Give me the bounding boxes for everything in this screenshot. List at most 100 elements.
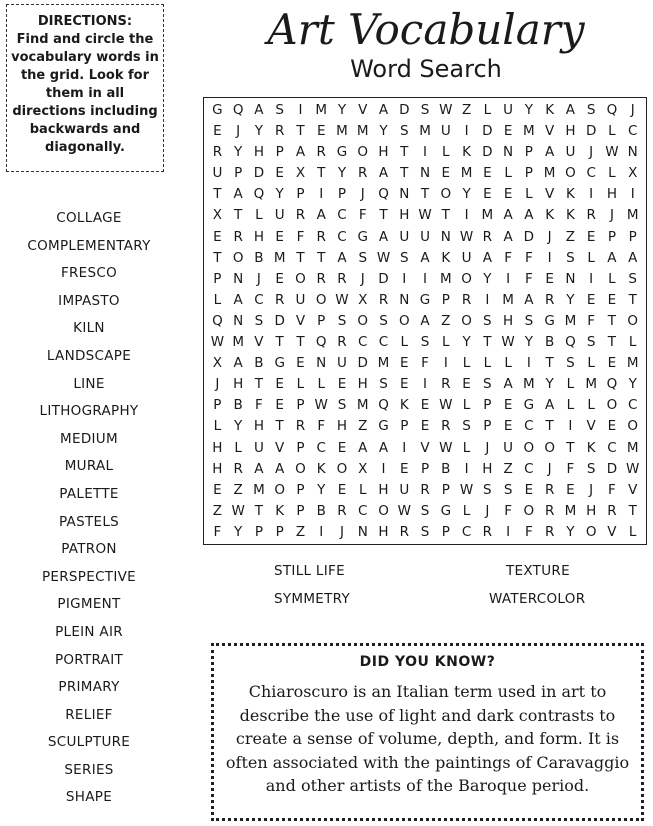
grid-letter: H — [606, 186, 617, 203]
word-list-item: MURAL — [64, 458, 114, 475]
grid-letter: N — [399, 186, 410, 203]
grid-letter: Q — [606, 102, 618, 118]
grid-letter: E — [213, 228, 222, 245]
grid-letter: F — [358, 207, 367, 224]
grid-letter: R — [337, 334, 347, 351]
grid-letter: P — [337, 186, 347, 203]
grid-row: WMVTTQRCCLSLYTWYBQSTL — [207, 332, 643, 353]
grid-letter: I — [526, 355, 531, 372]
grid-letter: T — [296, 123, 305, 140]
grid-letter: E — [462, 376, 471, 393]
grid-letter: C — [254, 291, 264, 308]
grid-row: ZWTKPBRCOWSGLJFORMHRT — [207, 501, 643, 522]
grid-letter: E — [503, 186, 513, 203]
grid-letter: P — [296, 502, 305, 519]
grid-letter: O — [523, 439, 535, 456]
grid-letter: M — [356, 397, 369, 414]
grid-letter: T — [607, 334, 617, 351]
grid-letter: J — [360, 186, 365, 203]
grid-letter: W — [376, 249, 391, 266]
grid-letter: J — [485, 439, 490, 456]
word-search-grid: GQASIMYVADSWZLUYKASQJEJYRTEMMYSMUIDEMVHD… — [203, 97, 647, 545]
grid-letter: M — [481, 207, 494, 224]
grid-letter: P — [441, 291, 450, 308]
grid-letter: I — [464, 460, 469, 477]
grid-letter: S — [462, 418, 471, 435]
grid-letter: D — [274, 312, 285, 329]
grid-letter: F — [524, 270, 533, 287]
grid-letter: T — [420, 186, 430, 203]
grid-letter: L — [442, 144, 450, 161]
grid-letter: P — [234, 165, 243, 182]
grid-letter: S — [586, 460, 596, 477]
grid-letter: E — [296, 355, 305, 372]
grid-letter: U — [274, 207, 285, 224]
grid-letter: P — [213, 270, 222, 287]
page-title: Art Vocabulary — [267, 5, 585, 54]
grid-letter: L — [525, 186, 533, 203]
grid-letter: F — [504, 249, 512, 266]
grid-letter: L — [462, 355, 471, 372]
grid-letter: R — [295, 207, 306, 224]
grid-letter: E — [607, 418, 617, 435]
grid-letter: Y — [566, 291, 575, 308]
word-list-item: SCULPTURE — [47, 734, 131, 751]
grid-letter: N — [233, 270, 244, 287]
grid-letter: X — [358, 460, 368, 477]
grid-letter: L — [566, 397, 575, 414]
grid-letter: R — [544, 481, 555, 498]
word-list-item: LITHOGRAPHY — [39, 403, 139, 420]
grid-letter: B — [316, 502, 326, 519]
grid-letter: L — [213, 291, 222, 308]
grid-letter: Y — [234, 523, 243, 540]
grid-letter: O — [295, 460, 306, 477]
grid-letter: K — [545, 102, 555, 118]
grid-letter: A — [275, 460, 285, 477]
grid-letter: P — [628, 228, 637, 245]
grid-letter: Y — [254, 123, 264, 140]
grid-row: UPDEXTYRATNEMELPMOCLX — [207, 163, 643, 184]
extra-word: TEXTURE — [506, 563, 570, 579]
grid-row: HRAAOKOXIEPBIHZCJFSDW — [207, 459, 643, 480]
grid-letter: A — [545, 397, 555, 414]
grid-letter: A — [503, 207, 513, 224]
grid-letter: A — [337, 249, 347, 266]
grid-letter: A — [524, 207, 534, 224]
grid-letter: G — [523, 397, 535, 414]
grid-letter: A — [420, 249, 430, 266]
grid-letter: F — [608, 481, 616, 498]
grid-row: XTLURACFTHWTIMAAKKRJM — [207, 205, 643, 226]
grid-letter: M — [273, 249, 286, 266]
directions-title: DIRECTIONS: — [37, 14, 133, 29]
grid-letter: I — [589, 186, 594, 203]
grid-letter: Z — [565, 228, 576, 245]
grid-letter: V — [628, 481, 638, 498]
grid-letter: V — [545, 186, 555, 203]
grid-letter: E — [337, 376, 347, 393]
grid-letter: S — [420, 502, 430, 519]
grid-letter: T — [441, 207, 450, 224]
grid-letter: U — [420, 228, 430, 245]
grid-letter: U — [565, 144, 576, 161]
grid-letter: P — [420, 460, 430, 477]
grid-letter: C — [627, 123, 638, 140]
grid-letter: P — [296, 481, 305, 498]
grid-letter: H — [399, 207, 410, 224]
grid-letter: T — [254, 502, 264, 519]
grid-letter: E — [503, 418, 513, 435]
grid-letter: Y — [337, 165, 347, 182]
grid-letter: Z — [503, 460, 513, 477]
grid-letter: J — [589, 481, 594, 498]
grid-letter: F — [213, 523, 222, 540]
grid-letter: O — [627, 418, 639, 435]
grid-letter: E — [607, 355, 617, 372]
word-list-item: COMPLEMENTARY — [27, 237, 151, 254]
grid-letter: K — [316, 460, 326, 477]
grid-letter: L — [462, 502, 471, 519]
grid-row: TAQYPIPJQNTOYEELVKIHI — [207, 184, 643, 205]
grid-letter: E — [607, 291, 617, 308]
grid-letter: N — [357, 523, 368, 540]
grid-letter: X — [295, 165, 306, 182]
grid-letter: B — [233, 397, 243, 414]
grid-letter: M — [377, 355, 390, 372]
